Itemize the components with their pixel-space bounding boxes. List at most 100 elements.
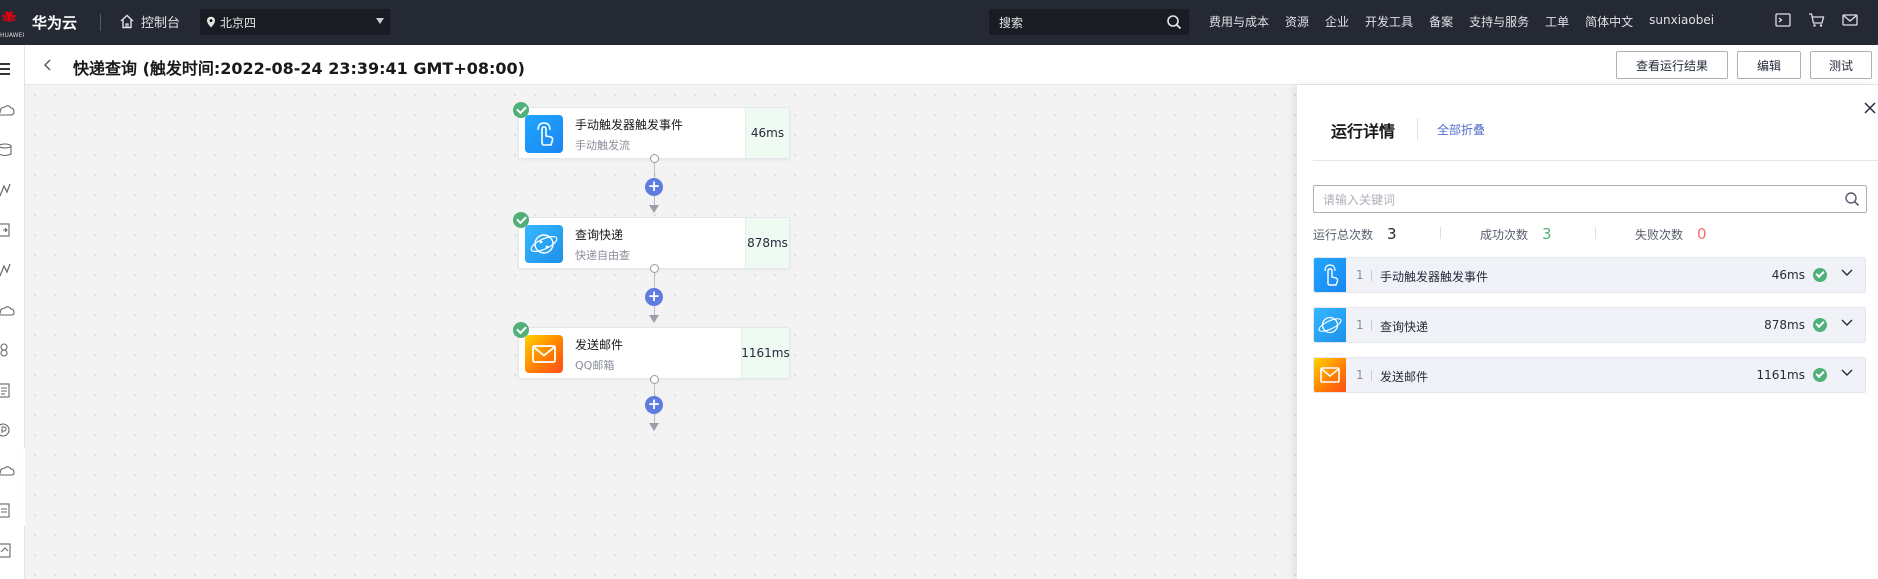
brand-name[interactable]: 华为云 bbox=[32, 12, 77, 33]
arrow-down-icon bbox=[649, 205, 659, 213]
keyword-placeholder: 请输入关键词 bbox=[1323, 192, 1396, 207]
flow-node-express-query[interactable]: 查询快递 快递自由查 878ms bbox=[513, 212, 790, 269]
node-title: 手动触发器触发事件 bbox=[575, 118, 684, 132]
success-check-icon bbox=[513, 102, 529, 118]
list-icon[interactable] bbox=[0, 542, 16, 558]
chevron-down-icon[interactable] bbox=[1841, 319, 1853, 327]
region-selector[interactable]: 北京四 bbox=[200, 9, 390, 35]
arrow-down-icon bbox=[649, 423, 659, 431]
back-arrow-icon[interactable] bbox=[42, 58, 54, 72]
nav-link-support[interactable]: 支持与服务 bbox=[1469, 13, 1529, 30]
parking-icon[interactable] bbox=[0, 422, 16, 438]
function-icon[interactable] bbox=[0, 342, 16, 358]
language-switch[interactable]: 简体中文 bbox=[1585, 13, 1633, 30]
node-subtitle: 手动触发流 bbox=[575, 139, 630, 152]
test-button[interactable]: 测试 bbox=[1810, 51, 1872, 79]
planet-icon bbox=[1314, 308, 1346, 342]
nav-link-filing[interactable]: 备案 bbox=[1429, 13, 1453, 30]
row-divider bbox=[1371, 270, 1372, 281]
nav-link-tickets[interactable]: 工单 bbox=[1545, 13, 1569, 30]
chevron-down-icon[interactable] bbox=[1841, 369, 1853, 377]
flow-connector bbox=[654, 273, 655, 288]
chevron-down-icon[interactable] bbox=[1841, 269, 1853, 277]
nav-links: 费用与成本 资源 企业 开发工具 备案 支持与服务 工单 简体中文 sunxia… bbox=[1209, 13, 1730, 30]
run-step-index: 1 bbox=[1356, 318, 1364, 332]
document-icon[interactable] bbox=[0, 382, 16, 398]
node-output-port[interactable] bbox=[650, 264, 659, 273]
flow-node-send-mail[interactable]: 发送邮件 QQ邮箱 1161ms bbox=[513, 322, 790, 379]
top-navbar: HUAWEI 华为云 控制台 北京四 搜索 费用与成本 资源 企业 开发工具 备… bbox=[0, 0, 1878, 45]
run-step-index: 1 bbox=[1356, 368, 1364, 382]
user-menu[interactable]: sunxiaobei bbox=[1649, 13, 1714, 30]
flow-connector bbox=[654, 306, 655, 315]
global-search-input[interactable]: 搜索 bbox=[989, 9, 1189, 35]
storage-cloud-icon[interactable] bbox=[0, 462, 16, 478]
run-step-row[interactable]: 1 查询快递 878ms bbox=[1313, 307, 1866, 343]
stat-total-label: 运行总次数 bbox=[1313, 228, 1374, 242]
file-icon[interactable] bbox=[0, 502, 16, 518]
database-icon[interactable] bbox=[0, 142, 16, 158]
touch-icon bbox=[525, 115, 563, 153]
search-icon[interactable] bbox=[1166, 14, 1182, 30]
terminal-icon[interactable] bbox=[1775, 12, 1791, 28]
edit-button[interactable]: 编辑 bbox=[1737, 51, 1801, 79]
run-step-row[interactable]: 1 手动触发器触发事件 46ms bbox=[1313, 257, 1866, 293]
nav-divider bbox=[100, 14, 101, 31]
node-title: 查询快递 bbox=[575, 228, 624, 242]
cart-icon[interactable] bbox=[1808, 12, 1825, 28]
row-divider bbox=[1371, 370, 1372, 381]
page-header: 快递查询 (触发时间:2022-08-24 23:39:41 GMT+08:00… bbox=[25, 45, 1878, 85]
run-step-row[interactable]: 1 发送邮件 1161ms bbox=[1313, 357, 1866, 393]
panel-divider bbox=[1313, 160, 1878, 161]
nav-link-resources[interactable]: 资源 bbox=[1285, 13, 1309, 30]
view-run-results-button[interactable]: 查看运行结果 bbox=[1616, 51, 1728, 79]
huawei-logo-icon bbox=[2, 11, 16, 22]
flow-node-trigger[interactable]: 手动触发器触发事件 手动触发流 46ms bbox=[513, 102, 790, 159]
run-step-name: 发送邮件 bbox=[1380, 370, 1429, 384]
add-step-button[interactable]: + bbox=[645, 396, 663, 414]
region-value: 北京四 bbox=[220, 15, 257, 30]
node-output-port[interactable] bbox=[650, 154, 659, 163]
stat-fail: 失败次数 0 bbox=[1635, 225, 1707, 243]
planet-icon bbox=[525, 225, 563, 263]
node-duration: 1161ms bbox=[741, 328, 790, 378]
home-icon bbox=[120, 14, 134, 29]
run-step-index: 1 bbox=[1356, 268, 1364, 282]
cloud-service-icon[interactable] bbox=[0, 102, 16, 118]
node-subtitle: QQ邮箱 bbox=[575, 359, 615, 372]
stat-success: 成功次数 3 bbox=[1480, 225, 1552, 243]
stat-total-value: 3 bbox=[1387, 225, 1397, 243]
add-step-button[interactable]: + bbox=[645, 178, 663, 196]
add-step-button[interactable]: + bbox=[645, 288, 663, 306]
stat-success-value: 3 bbox=[1542, 225, 1552, 243]
keyword-search-input[interactable]: 请输入关键词 bbox=[1313, 185, 1867, 213]
deploy-icon[interactable] bbox=[0, 222, 16, 238]
service-sidebar bbox=[0, 45, 25, 579]
stat-divider bbox=[1595, 227, 1596, 239]
cloud-icon[interactable] bbox=[0, 302, 16, 318]
nav-link-billing[interactable]: 费用与成本 bbox=[1209, 13, 1269, 30]
stat-total: 运行总次数 3 bbox=[1313, 225, 1397, 243]
monitor-icon[interactable] bbox=[0, 262, 16, 278]
nav-link-dev-tools[interactable]: 开发工具 bbox=[1365, 13, 1413, 30]
run-step-name: 查询快递 bbox=[1380, 320, 1429, 334]
success-check-icon bbox=[513, 212, 529, 228]
success-check-icon bbox=[1813, 268, 1827, 282]
chart-icon[interactable] bbox=[0, 182, 16, 198]
nav-link-enterprise[interactable]: 企业 bbox=[1325, 13, 1349, 30]
console-link[interactable]: 控制台 bbox=[119, 12, 180, 31]
huawei-logo[interactable]: HUAWEI bbox=[0, 4, 24, 40]
node-subtitle: 快递自由查 bbox=[575, 249, 630, 262]
collapse-all-link[interactable]: 全部折叠 bbox=[1437, 121, 1485, 138]
success-check-icon bbox=[513, 322, 529, 338]
flow-connector bbox=[654, 196, 655, 205]
node-output-port[interactable] bbox=[650, 375, 659, 384]
touch-icon bbox=[1314, 258, 1346, 292]
nav-icons bbox=[1775, 12, 1858, 28]
search-icon[interactable] bbox=[1844, 191, 1860, 207]
menu-icon[interactable] bbox=[0, 61, 16, 77]
mail-icon[interactable] bbox=[1842, 12, 1858, 28]
run-step-duration: 1161ms bbox=[1756, 368, 1805, 382]
close-icon[interactable] bbox=[1864, 102, 1876, 114]
stat-success-label: 成功次数 bbox=[1480, 228, 1529, 242]
